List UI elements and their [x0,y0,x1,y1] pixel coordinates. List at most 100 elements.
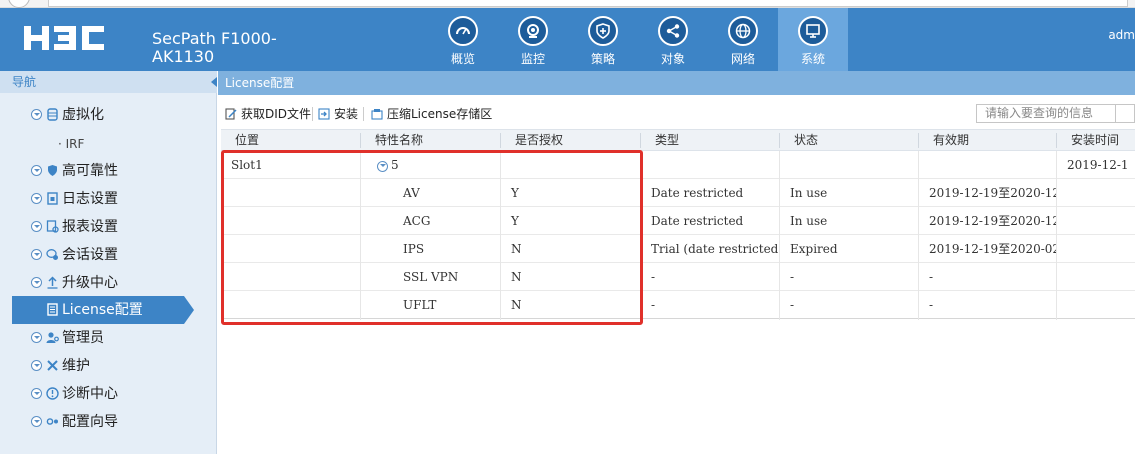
upload-icon [47,276,58,289]
sidebar-item-label: 升级中心 [62,275,118,291]
column-header-validity[interactable]: 有效期 [919,130,969,151]
browser-back-button[interactable] [8,0,30,8]
sidebar-item-label: 日志设置 [62,191,118,207]
sidebar-item-log-settings[interactable]: 日志设置 [0,185,217,213]
toolbar-divider [312,107,313,121]
gauge-icon [448,16,478,46]
tools-icon [47,360,58,371]
expand-icon[interactable] [31,388,42,399]
sidebar-item-administrator[interactable]: 管理员 [0,324,217,352]
column-header-location[interactable]: 位置 [221,130,259,151]
user-name[interactable]: adm [1108,28,1135,42]
sidebar-item-label: 配置向导 [62,414,118,430]
get-did-label: 获取DID文件 [241,107,312,121]
nav-label: 策略 [590,52,615,66]
get-did-button[interactable]: 获取DID文件 [225,105,311,123]
cell-install-time [1057,291,1135,319]
column-header-authorized[interactable]: 是否授权 [501,130,563,151]
nav-label: 监控 [520,52,545,66]
nav-monitor[interactable]: 监控 [498,8,568,71]
chat-icon [46,249,58,260]
document-edit-icon [225,108,237,120]
table-header: 位置 特性名称 是否授权 类型 状态 有效期 安装时间 [221,129,1135,151]
sidebar-item-label: 管理员 [62,330,104,346]
cell-install-time [1057,207,1135,235]
expand-icon[interactable] [31,332,42,343]
cell-type: - [651,298,656,312]
sidebar-item-label: 维护 [62,358,90,374]
highlight-box [221,150,643,325]
nav-overview[interactable]: 概览 [428,8,498,71]
nav-label: 对象 [660,52,685,66]
expand-icon[interactable] [31,165,42,176]
nav-policy[interactable]: 策略 [568,8,638,71]
cell-install-time [1057,179,1135,207]
column-header-status[interactable]: 状态 [780,130,818,151]
compress-license-label: 压缩License存储区 [387,107,493,121]
sidebar-item-label: License配置 [62,302,143,318]
install-button[interactable]: 安装 [318,105,358,123]
sidebar-item-label: 高可靠性 [62,163,118,179]
column-divider [779,151,780,320]
sidebar-item-maintenance[interactable]: 维护 [0,352,217,380]
search-input[interactable]: 请输入要查询的信息 [976,104,1116,123]
expand-icon[interactable] [31,109,42,120]
nav-object[interactable]: 对象 [638,8,708,71]
expand-icon[interactable] [31,360,42,371]
nav-network[interactable]: 网络 [708,8,778,71]
sidebar-item-upgrade-center[interactable]: 升级中心 [0,269,217,297]
expand-icon[interactable] [31,193,42,204]
column-header-install-time[interactable]: 安装时间 [1057,130,1119,151]
cell-status [780,151,918,179]
sidebar-item-report-settings[interactable]: 报表设置 [0,213,217,241]
sidebar-item-diagnostics[interactable]: 诊断中心 [0,380,217,408]
collapse-sidebar-icon[interactable] [211,77,217,87]
search-button[interactable] [1116,104,1135,123]
sidebar-subitem-label: IRF [65,137,85,151]
sidebar-item-label: 虚拟化 [62,107,104,123]
cell-validity [919,151,1056,179]
nav-system[interactable]: 系统 [778,8,848,71]
sidebar-item-virtualization[interactable]: 虚拟化 [0,101,217,129]
shield-plus-icon [588,16,618,46]
sidebar-item-label: 会话设置 [62,247,118,263]
sidebar-item-session-settings[interactable]: 会话设置 [0,241,217,269]
browser-address-bar[interactable] [48,0,1128,7]
expand-icon[interactable] [31,416,42,427]
expand-icon[interactable] [31,277,42,288]
cell-validity: 2019-12-19至2020-12-19 [929,186,1056,200]
nav-label: 概览 [450,52,475,66]
top-header: SecPath F1000- AK1130 概览 监控 策略 对象 网络 系统 … [0,8,1135,71]
product-name: SecPath F1000- AK1130 [152,30,277,66]
expand-icon[interactable] [31,221,42,232]
column-divider [918,151,919,320]
cell-validity: - [929,298,934,312]
compress-license-button[interactable]: 压缩License存储区 [371,105,492,123]
nav-label: 网络 [730,52,755,66]
compress-icon [371,109,383,120]
sidebar-item-label: 报表设置 [62,219,118,235]
sidebar-item-license[interactable]: License配置 [12,296,194,324]
database-icon [47,108,58,121]
install-label: 安装 [334,107,359,121]
cell-status: In use [790,186,828,200]
cell-status: Expired [790,242,838,256]
column-header-type[interactable]: 类型 [641,130,679,151]
toolbar: 获取DID文件 安装 压缩License存储区 请输入要查询的信息 [218,101,1135,127]
product-line-2: AK1130 [152,47,215,66]
diagnose-icon [46,387,59,400]
sidebar-item-config-wizard[interactable]: 配置向导 [0,408,217,436]
sidebar: 导航 虚拟化 · IRF 高可靠性 日志设置 报表设置 会话设置 升级中心 Li… [0,71,217,454]
cell-install-time: 2019-12-1 [1067,158,1129,172]
globe-icon [728,16,758,46]
sidebar-subitem-irf[interactable]: · IRF [58,134,84,154]
wizard-icon [46,418,58,425]
cell-install-time [1057,263,1135,291]
cell-validity: - [929,270,934,284]
product-line-1: SecPath F1000- [152,29,277,48]
sidebar-item-label: 诊断中心 [62,386,118,402]
expand-icon[interactable] [31,249,42,260]
sidebar-item-high-availability[interactable]: 高可靠性 [0,157,217,185]
column-header-feature[interactable]: 特性名称 [361,130,423,151]
cell-type: Date restricted [651,186,744,200]
